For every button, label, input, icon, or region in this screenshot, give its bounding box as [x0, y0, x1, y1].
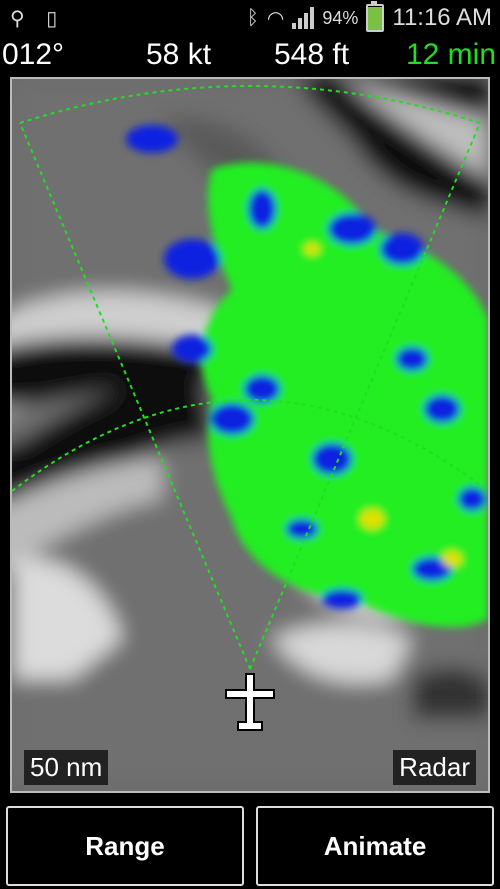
- speed-readout: 58 kt: [146, 38, 212, 71]
- status-bar: ⚲ ▯ ᛒ ◠ 94% 11:16 AM: [0, 0, 500, 36]
- wifi-icon: ◠: [266, 7, 285, 30]
- radar-view[interactable]: 50 nm Radar: [10, 77, 490, 793]
- clock: 11:16 AM: [392, 4, 492, 31]
- battery-percent: 94%: [322, 7, 359, 28]
- signal-icon: [292, 7, 315, 29]
- heading-readout: 012°: [2, 38, 65, 71]
- altitude-readout: 548 ft: [274, 38, 350, 71]
- mode-label: Radar: [393, 750, 476, 785]
- usb-icon: ⚲: [10, 8, 25, 30]
- status-left-icons: ⚲ ▯: [10, 6, 73, 31]
- range-label: 50 nm: [24, 750, 109, 785]
- status-right-icons: ᛒ ◠ 94% 11:16 AM: [246, 1, 492, 32]
- range-button[interactable]: Range: [6, 806, 244, 886]
- battery-charging-icon: [366, 1, 385, 32]
- animate-button[interactable]: Animate: [256, 806, 494, 886]
- phone-icon: ▯: [46, 8, 58, 30]
- radar-map: [12, 79, 488, 791]
- timer-readout: 12 min: [405, 38, 496, 71]
- bluetooth-icon: ᛒ: [246, 6, 259, 29]
- flight-info-bar: 012° 58 kt 548 ft 12 min: [0, 36, 500, 76]
